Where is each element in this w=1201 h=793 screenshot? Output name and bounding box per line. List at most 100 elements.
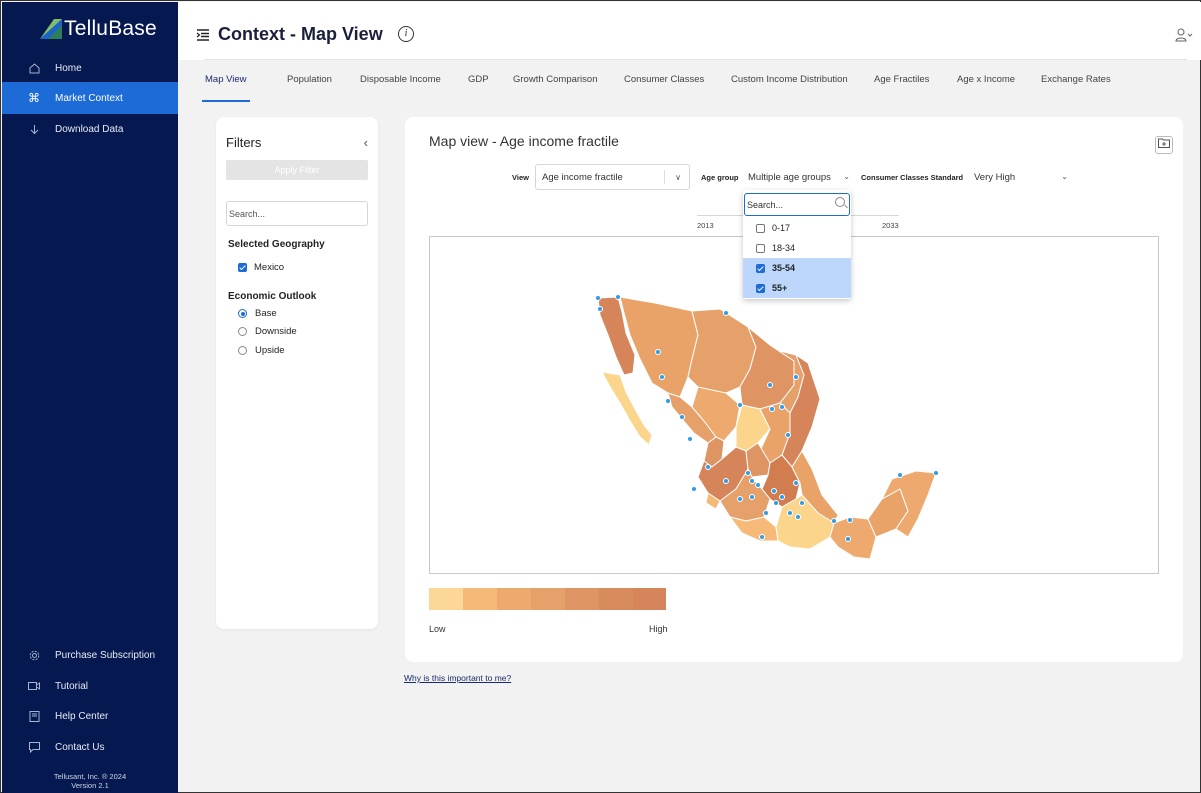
chevron-down-icon: ⌄ [1061,172,1068,181]
tab-growth-comparison[interactable]: Growth Comparison [513,74,597,102]
logo-icon [40,19,62,39]
legend-swatch [633,588,666,610]
header-divider [204,59,1187,60]
radio-icon [238,327,247,336]
chat-icon [27,740,41,754]
age-option-label: 35-54 [772,263,796,273]
age-option-18-34[interactable]: 18-34 [743,238,851,258]
info-icon[interactable]: i [398,26,414,42]
sidebar-item-label: Home [55,62,82,74]
search-icon [835,197,845,207]
checkbox-checked-icon [756,283,765,293]
home-icon [27,61,41,75]
selected-geography-label: Selected Geography [228,239,325,250]
tab-population[interactable]: Population [287,74,332,102]
consumer-classes-standard-select[interactable]: Very High ⌄ [968,164,1076,190]
filters-panel: Filters ‹ Apply Filter Selected Geograph… [216,117,378,629]
age-group-label: Age group [701,173,739,182]
checkbox-icon [756,223,765,233]
sidebar-item-purchase-subscription[interactable]: Purchase Subscription [2,639,178,671]
age-option-label: 55+ [772,283,788,293]
radio-selected-icon [238,309,247,318]
page-title: Context - Map View [218,24,383,44]
command-icon: ⌘ [28,91,40,105]
sidebar-item-market-context[interactable]: ⌘ Market Context [2,82,178,114]
sidebar-item-contact-us[interactable]: Contact Us [2,731,178,763]
outlook-option-downside[interactable]: Downside [238,326,297,337]
sidebar-item-home[interactable]: Home [2,52,178,84]
menu-collapse-icon[interactable] [196,28,210,42]
version-text: Version 2.1 [71,781,109,790]
sidebar-item-label: Market Context [55,92,123,104]
select-divider [664,170,665,184]
app-window: TelluBase Home ⌘ Market Context Download… [0,0,1201,793]
age-option-35-54[interactable]: 35-54 [743,258,851,278]
age-option-0-17[interactable]: 0-17 [743,218,851,238]
app-name: TelluBase [64,17,157,40]
sidebar-item-label: Purchase Subscription [55,649,156,661]
map-legend [429,588,666,610]
why-important-link[interactable]: Why is this important to me? [404,673,511,683]
geography-option-mexico[interactable]: Mexico [238,262,284,273]
outlook-option-label: Downside [255,326,297,337]
standard-select-value: Very High [974,171,1016,183]
export-icon[interactable] [1155,136,1173,154]
sidebar-item-label: Help Center [55,710,109,722]
outlook-option-base[interactable]: Base [238,308,277,319]
legend-low-label: Low [429,624,446,634]
view-select-value: Age income fractile [542,171,623,183]
app-logo[interactable]: TelluBase [40,14,157,44]
sidebar-item-download-data[interactable]: Download Data [2,113,178,145]
sidebar-item-label: Download Data [55,123,124,135]
user-icon [1175,28,1193,42]
legend-swatch [497,588,531,610]
legend-swatch [429,588,463,610]
tab-age-x-income[interactable]: Age x Income [957,74,1015,102]
dropdown-search-placeholder: Search... [747,199,784,210]
chevron-down-icon: ∨ [675,173,681,182]
tab-exchange-rates[interactable]: Exchange Rates [1041,74,1111,102]
filter-search-input[interactable] [226,201,368,226]
sidebar-item-label: Contact Us [55,741,105,753]
tab-custom-income-distribution[interactable]: Custom Income Distribution [731,74,848,102]
age-group-select-value: Multiple age groups [748,171,831,183]
tab-disposable-income[interactable]: Disposable Income [360,74,441,102]
year-end-label: 2033 [882,221,899,230]
age-option-55-plus[interactable]: 55+ [743,278,851,298]
legend-swatch [565,588,599,610]
economic-outlook-label: Economic Outlook [228,291,317,302]
outlook-option-label: Base [255,308,277,319]
year-start-label: 2013 [697,221,714,230]
download-icon [27,122,41,136]
book-icon [27,709,41,723]
age-group-select[interactable]: Multiple age groups ⌄ [742,164,854,190]
sidebar: TelluBase Home ⌘ Market Context Download… [2,2,178,793]
gear-icon [27,648,41,662]
checkbox-icon [756,243,765,253]
copyright: Tellusant, Inc. ® 2024 Version 2.1 [2,772,178,790]
legend-swatch [531,588,565,610]
view-select[interactable]: Age income fractile ∨ [535,164,690,190]
view-label: View [512,173,529,182]
age-option-label: 0-17 [772,223,791,233]
copyright-text: Tellusant, Inc. ® 2024 [53,772,127,781]
video-icon [27,679,41,693]
tab-consumer-classes[interactable]: Consumer Classes [624,74,704,102]
sidebar-item-help-center[interactable]: Help Center [2,700,178,732]
tab-gdp[interactable]: GDP [468,74,489,102]
tab-map-view[interactable]: Map View [202,74,250,102]
age-group-search-input[interactable]: Search... [744,193,850,216]
outlook-option-label: Upside [255,345,285,356]
sidebar-item-tutorial[interactable]: Tutorial [2,670,178,702]
legend-high-label: High [649,624,668,634]
legend-swatch [463,588,497,610]
user-menu[interactable] [1175,28,1193,45]
collapse-filters-icon[interactable]: ‹ [364,135,368,150]
apply-filter-button[interactable]: Apply Filter [226,160,368,180]
outlook-option-upside[interactable]: Upside [238,345,285,356]
filters-title: Filters [226,135,262,150]
page-header: Context - Map View i [178,2,1201,60]
tab-age-fractiles[interactable]: Age Fractiles [874,74,929,102]
age-option-label: 18-34 [772,243,796,253]
map-card-title: Map view - Age income fractile [429,133,619,149]
